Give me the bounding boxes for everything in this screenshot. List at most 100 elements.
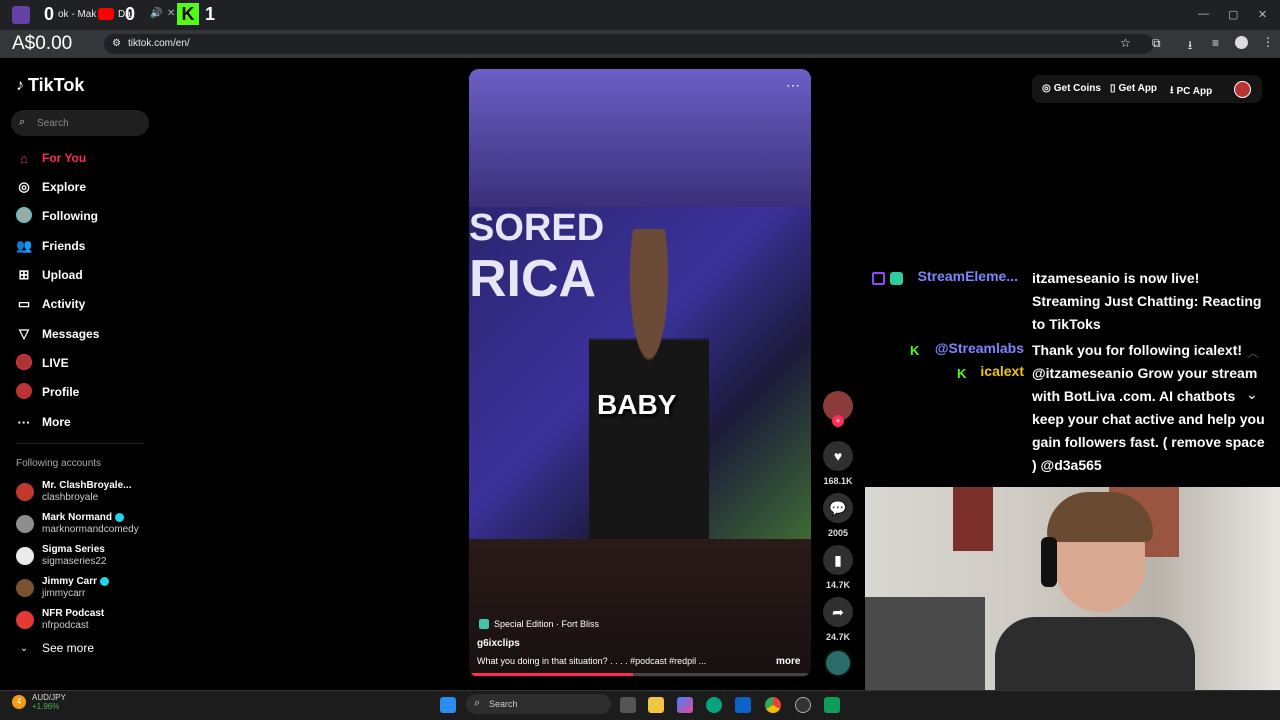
account-handle: sigmaseries22 — [42, 556, 107, 567]
get-app-button[interactable]: ▯ Get App — [1110, 83, 1157, 94]
url-text[interactable]: tiktok.com/en/ — [128, 38, 190, 49]
heart-icon: ♥ — [823, 441, 853, 471]
nav-messages[interactable]: ▽ Messages — [16, 324, 99, 344]
twitch-tab-icon[interactable] — [12, 6, 30, 24]
site-info-icon[interactable]: ⚙ — [112, 38, 121, 49]
search-icon: ⌕ — [19, 116, 26, 128]
nav-label: For You — [42, 151, 87, 165]
close-tab-icon[interactable]: ✕ — [167, 8, 175, 19]
url-field[interactable] — [104, 34, 1154, 54]
nav-label: More — [42, 415, 71, 429]
scroll-up-chevron-icon[interactable]: ︿ — [1247, 344, 1259, 361]
speaker-figure — [589, 229, 709, 539]
creator-avatar[interactable]: + — [822, 391, 854, 427]
following-account[interactable]: Mr. ClashBroyale... clashbroyale — [16, 480, 131, 504]
youtube-tab-icon[interactable] — [98, 8, 114, 20]
following-account[interactable]: NFR Podcast nfrpodcast — [16, 608, 104, 632]
windows-start-icon[interactable] — [440, 697, 456, 713]
bot-badge-icon — [890, 272, 903, 285]
coin-icon: ◎ — [1042, 83, 1051, 94]
chrome-icon[interactable] — [765, 697, 781, 713]
nav-profile[interactable]: Profile — [16, 382, 79, 402]
sidebar: ♪ TikTok ⌕ Search ⌂ For You ◎ Explore Fo… — [0, 58, 160, 690]
chevron-down-icon: ⌄ — [19, 642, 29, 654]
following-account[interactable]: Sigma Series sigmaseries22 — [16, 544, 106, 568]
user-avatar[interactable] — [1234, 81, 1251, 98]
menu-kebab-icon[interactable]: ⋮ — [1262, 35, 1274, 49]
chat-message-line: keep your chat active and help you — [1032, 411, 1265, 427]
download-icon[interactable]: ⭳ — [1188, 36, 1192, 57]
account-name: Jimmy Carr — [42, 576, 98, 587]
bed — [865, 597, 985, 690]
nav-friends[interactable]: 👥 Friends — [16, 236, 85, 256]
chat-message-line: with BotLiva .com. AI chatbots — [1032, 388, 1236, 404]
scroll-down-chevron-icon[interactable]: ⌄ — [1246, 386, 1258, 403]
reading-list-icon[interactable]: ≡ — [1212, 36, 1219, 50]
video-progress-bar[interactable] — [469, 673, 811, 676]
overlay-counter-1: 0 — [44, 4, 55, 24]
description-more-button[interactable]: more — [776, 656, 800, 667]
ticker-pair: AUD/JPY — [32, 693, 66, 702]
account-name: Mr. ClashBroyale... — [42, 480, 132, 491]
save-count: 14.7K — [825, 580, 851, 590]
minimize-button[interactable]: — — [1198, 8, 1209, 20]
ticker-widget[interactable]: 4 AUD/JPY +1.96% — [12, 693, 66, 711]
nav-for-you[interactable]: ⌂ For You — [16, 148, 86, 168]
comment-icon: 💬 — [823, 493, 853, 523]
live-icon — [16, 353, 32, 373]
video-progress-fill — [469, 673, 634, 676]
share-arrow-icon: ➦ — [823, 597, 853, 627]
kick-logo-icon: K — [177, 3, 199, 25]
like-button[interactable]: ♥ 168.1K — [822, 441, 854, 486]
messages-icon: ▽ — [19, 326, 29, 341]
profile-avatar-icon[interactable] — [1235, 36, 1248, 49]
share-button[interactable]: ➦ 24.7K — [822, 597, 854, 642]
extensions-icon[interactable]: ⧉ — [1152, 36, 1161, 51]
following-account[interactable]: Jimmy Carr jimmycarr — [16, 576, 110, 600]
search-box[interactable]: ⌕ Search — [11, 110, 149, 136]
save-button[interactable]: ▮ 14.7K — [822, 545, 854, 590]
nav-label: Following — [42, 209, 98, 223]
speaker-icon[interactable]: 🔊 — [150, 8, 162, 19]
nav-upload[interactable]: ⊞ Upload — [16, 265, 83, 285]
bookmark-star-icon[interactable]: ☆ — [1120, 36, 1131, 50]
nav-activity[interactable]: ▭ Activity — [16, 294, 86, 314]
search-placeholder: Search — [37, 118, 69, 129]
account-handle: nfrpodcast — [42, 620, 89, 631]
video-author[interactable]: g6ixclips — [477, 638, 520, 649]
video-player[interactable]: SORED RICA ⋯ BABY Special Edition · Fort… — [469, 69, 811, 677]
nav-label: Explore — [42, 180, 87, 194]
overlay-balance: A$0.00 — [12, 33, 73, 54]
pc-app-button[interactable]: ⭳ PC App — [1170, 83, 1212, 100]
verified-badge-icon — [115, 512, 125, 522]
maximize-button[interactable]: ▢ — [1228, 8, 1238, 21]
following-account[interactable]: Mark Normand marknormandcomedy — [16, 512, 139, 536]
tab-title[interactable]: ok - Mak — [58, 9, 96, 20]
taskbar-search[interactable]: ⌕ Search — [466, 694, 611, 714]
get-app-label: Get App — [1118, 83, 1158, 94]
video-options-icon[interactable]: ⋯ — [786, 77, 800, 94]
close-window-button[interactable]: ✕ — [1258, 8, 1267, 21]
app-icon[interactable] — [824, 697, 840, 713]
tiktok-logo[interactable]: ♪ TikTok — [16, 75, 84, 96]
file-explorer-icon[interactable] — [648, 697, 664, 713]
twitch-badge-icon — [872, 272, 885, 285]
nav-live[interactable]: LIVE — [16, 353, 69, 373]
comment-button[interactable]: 💬 2005 — [822, 493, 854, 538]
nav-explore[interactable]: ◎ Explore — [16, 177, 86, 197]
sound-disc-icon[interactable] — [822, 649, 854, 677]
nav-following[interactable]: Following — [16, 206, 98, 226]
task-view-icon[interactable] — [620, 697, 636, 713]
chat-message-line: itzameseanio is now live! — [1032, 270, 1200, 286]
video-tag[interactable]: Special Edition · Fort Bliss — [479, 619, 599, 629]
edge-icon[interactable] — [706, 697, 722, 713]
see-more-button[interactable]: ⌄ See more — [16, 638, 94, 658]
obs-icon[interactable] — [795, 697, 811, 713]
outlook-icon[interactable] — [735, 697, 751, 713]
follow-plus-icon[interactable]: + — [832, 415, 844, 427]
avatar — [16, 515, 34, 533]
copilot-icon[interactable] — [677, 697, 693, 713]
caption-word: BABY — [597, 389, 677, 420]
get-coins-button[interactable]: ◎ Get Coins — [1042, 83, 1101, 94]
nav-more[interactable]: ··· More — [16, 412, 71, 432]
